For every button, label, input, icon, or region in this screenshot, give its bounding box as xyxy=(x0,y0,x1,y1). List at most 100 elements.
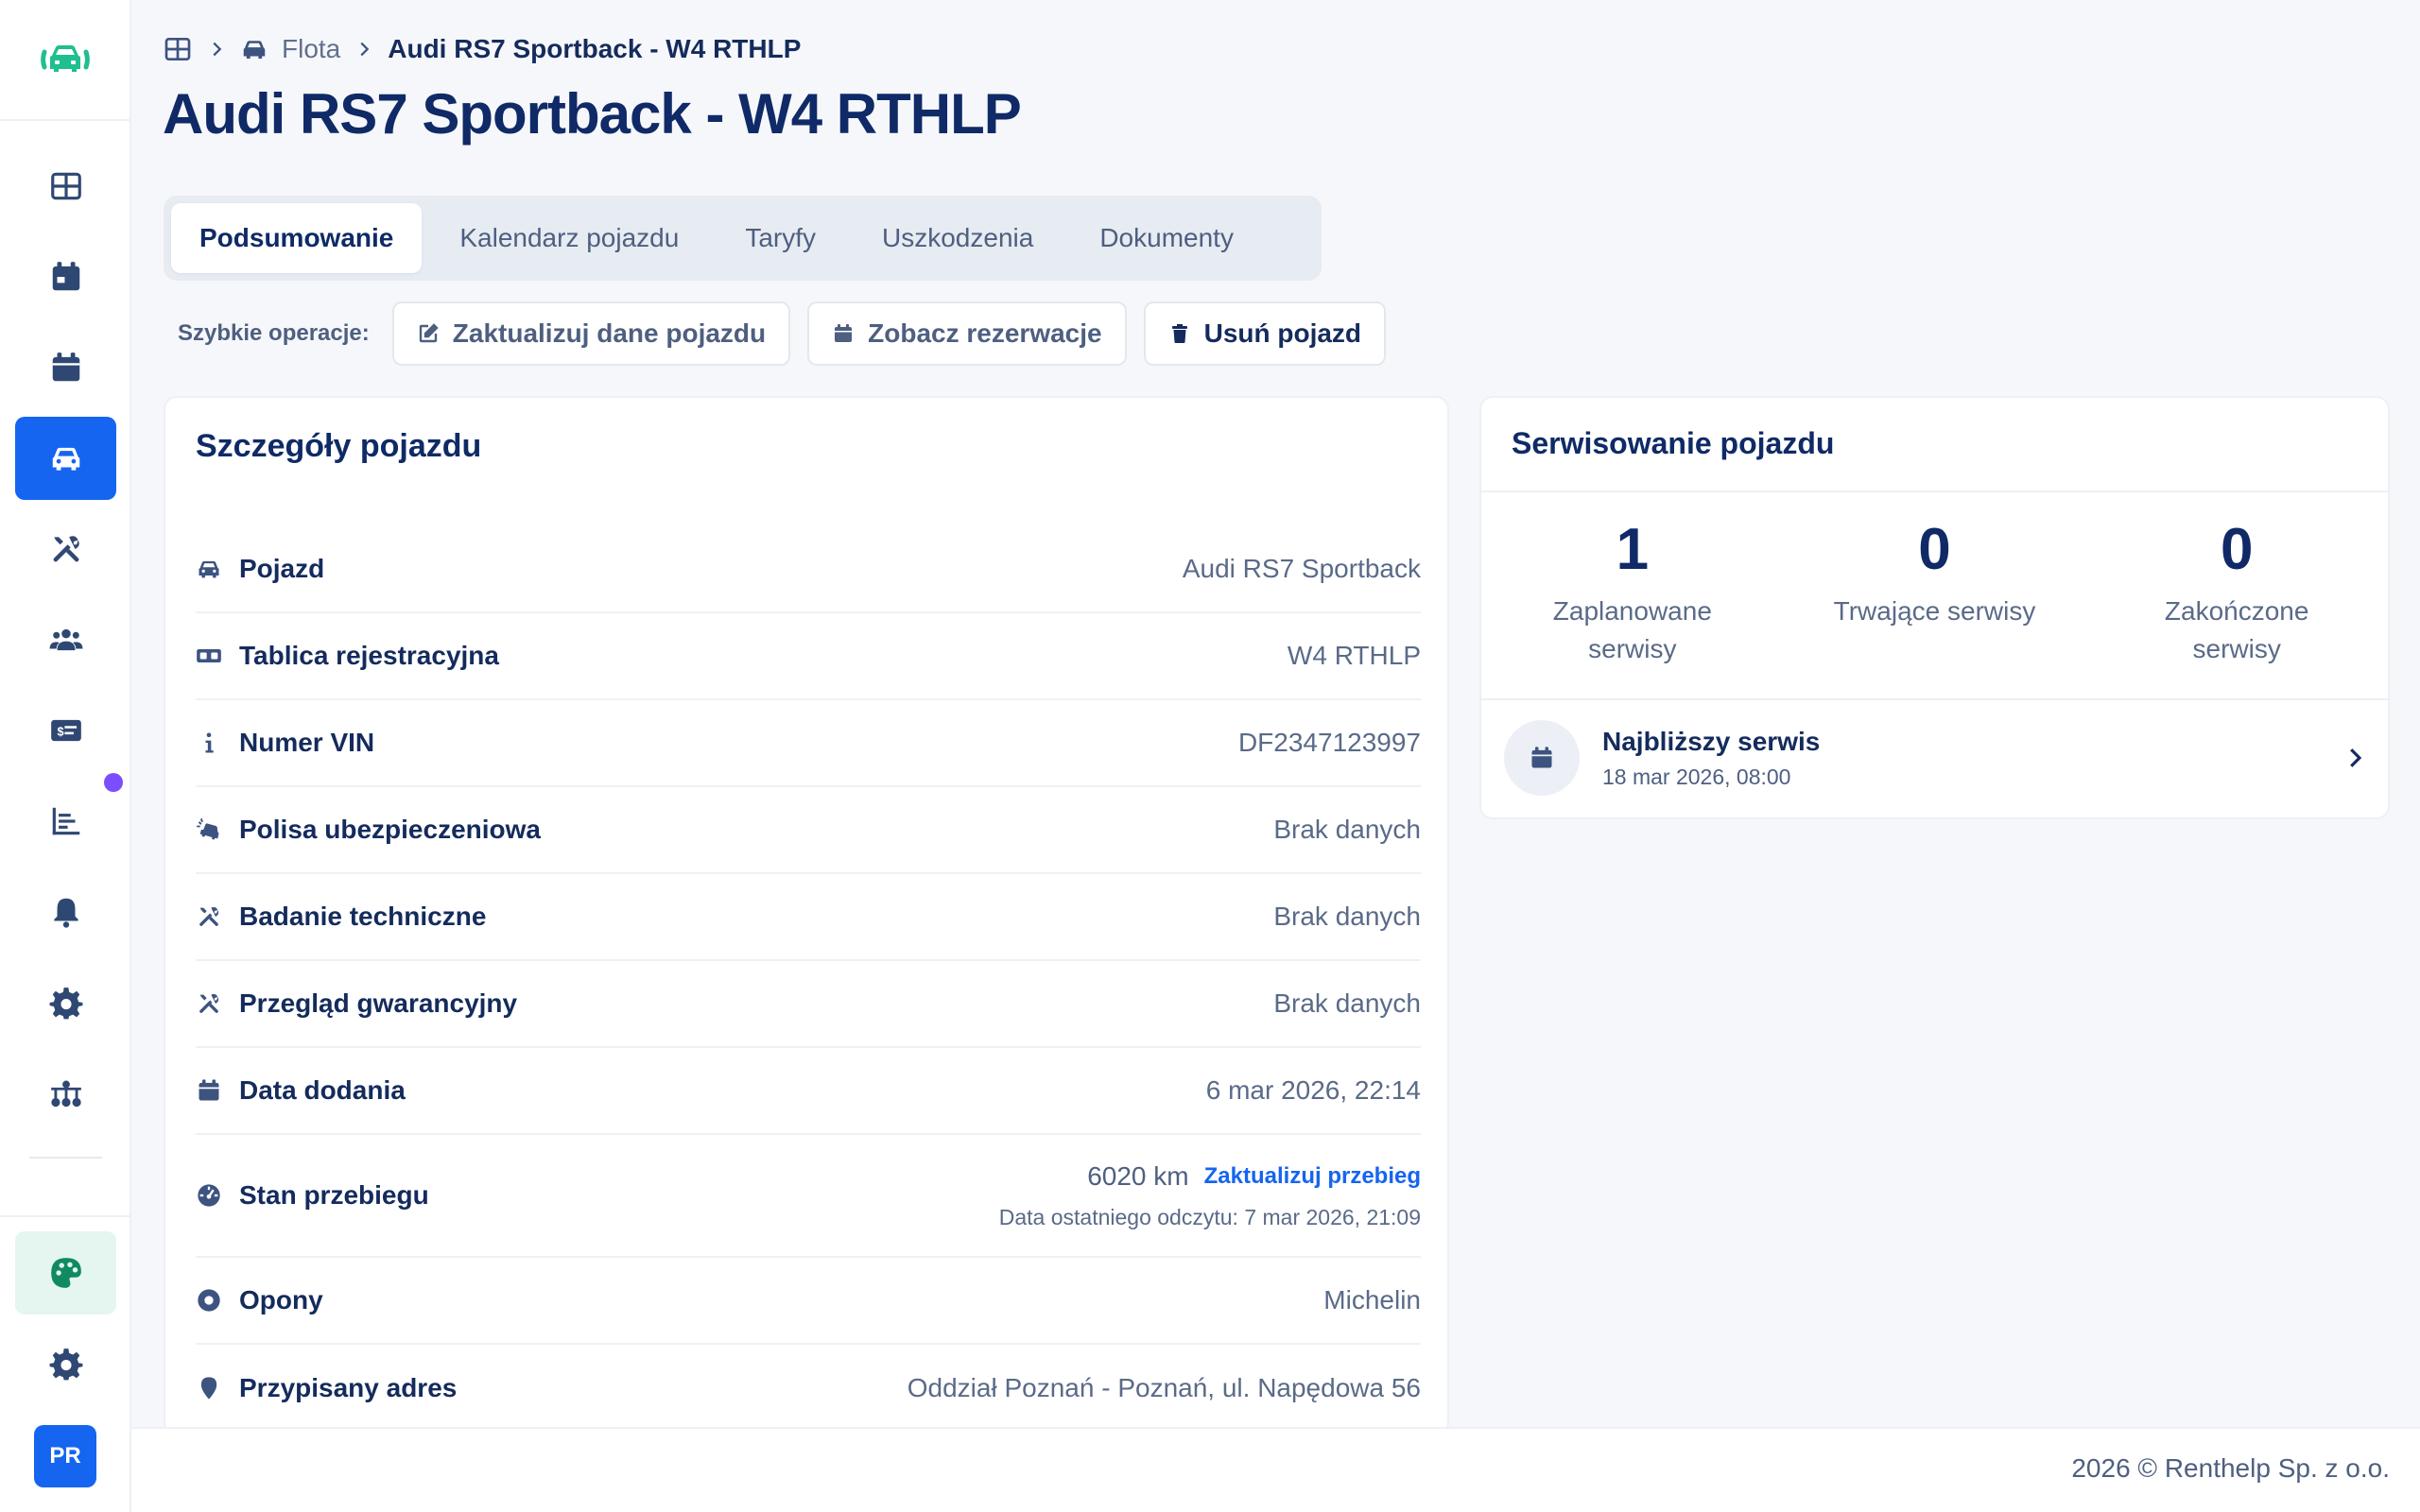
nav-system-settings[interactable] xyxy=(15,1322,116,1405)
service-stats: 1 Zaplanowane serwisy 0 Trwające serwisy… xyxy=(1481,521,2388,668)
nav-customers[interactable] xyxy=(15,598,116,681)
nav-reports[interactable] xyxy=(15,780,116,863)
detail-row-vin: Numer VIN DF2347123997 xyxy=(196,700,1421,787)
delete-vehicle-button[interactable]: Usuń pojazd xyxy=(1143,301,1387,366)
car-logo-icon xyxy=(40,45,90,72)
stat-label-line: serwisy xyxy=(2192,634,2281,663)
vehicle-details-title: Szczegóły pojazdu xyxy=(196,428,482,464)
detail-value: Brak danych xyxy=(1273,988,1421,1018)
tools-icon xyxy=(199,906,219,926)
detail-value: 6 mar 2026, 22:14 xyxy=(1205,1075,1421,1105)
tire-icon xyxy=(198,1289,220,1312)
stat-label: Zakończone serwisy xyxy=(2085,593,2388,668)
nav-billing[interactable]: $ xyxy=(15,689,116,772)
delete-vehicle-label: Usuń pojazd xyxy=(1203,318,1362,348)
calendar-check-icon xyxy=(52,262,79,291)
detail-row-date-added: Data dodania 6 mar 2026, 22:14 xyxy=(196,1048,1421,1135)
tab-damages[interactable]: Uszkodzenia xyxy=(854,203,1062,273)
nav-reservations[interactable] xyxy=(15,235,116,318)
calendar-icon xyxy=(199,1079,219,1101)
app-logo[interactable] xyxy=(0,0,130,121)
stat-label-line: serwisy xyxy=(1588,634,1677,663)
nav-settings[interactable] xyxy=(15,961,116,1044)
page-title: Audi RS7 Sportback - W4 RTHLP xyxy=(163,82,1022,146)
stat-planned: 1 Zaplanowane serwisy xyxy=(1481,521,1784,668)
nav-integrations[interactable] xyxy=(15,1052,116,1135)
stat-label-line: Zakończone xyxy=(2164,596,2309,626)
detail-label: Opony xyxy=(239,1285,323,1314)
tab-summary[interactable]: Podsumowanie xyxy=(171,203,423,273)
next-service-item[interactable]: Najbliższy serwis 18 mar 2026, 08:00 xyxy=(1504,719,2369,797)
map-pin-icon xyxy=(200,1377,217,1400)
sidebar-divider xyxy=(29,1157,102,1159)
stat-value: 0 xyxy=(1918,517,1951,582)
car-icon xyxy=(52,447,79,471)
info-icon xyxy=(205,732,214,753)
nav-dashboard[interactable] xyxy=(15,145,116,228)
calendar-icon xyxy=(52,352,79,382)
detail-label: Numer VIN xyxy=(239,728,375,757)
detail-row-tires: Opony Michelin xyxy=(196,1258,1421,1345)
trash-icon xyxy=(1171,324,1187,343)
quick-actions: Szybkie operacje: Zaktualizuj dane pojaz… xyxy=(178,301,1387,367)
sidebar-divider xyxy=(0,1215,130,1217)
calendar-icon xyxy=(835,324,853,342)
detail-row-insurance: Polisa ubezpieczeniowa Brak danych xyxy=(196,787,1421,874)
nav-service[interactable] xyxy=(15,507,116,591)
detail-label: Tablica rejestracyjna xyxy=(239,641,499,670)
svg-text:$: $ xyxy=(57,726,63,739)
stat-value: 1 xyxy=(1616,517,1650,582)
gauge-icon xyxy=(198,1184,220,1207)
detail-value: DF2347123997 xyxy=(1237,728,1421,757)
odometer-value: 6020 km xyxy=(1087,1160,1189,1191)
stat-completed: 0 Zakończone serwisy xyxy=(2085,521,2388,668)
detail-label: Badanie techniczne xyxy=(239,902,487,931)
detail-label: Polisa ubezpieczeniowa xyxy=(239,815,541,844)
next-service-title: Najbliższy serwis xyxy=(1602,726,1821,756)
nav-theme[interactable] xyxy=(15,1231,116,1314)
update-vehicle-button[interactable]: Zaktualizuj dane pojazdu xyxy=(391,301,791,366)
vehicle-details-card: Szczegóły pojazdu Pojazd Audi RS7 Sportb… xyxy=(164,396,1449,1435)
plate-icon xyxy=(197,649,221,662)
stat-value: 0 xyxy=(2220,517,2254,582)
billing-icon: $ xyxy=(50,719,81,742)
detail-value: Michelin xyxy=(1323,1285,1421,1314)
edit-icon xyxy=(419,323,439,343)
detail-value: Brak danych xyxy=(1273,902,1421,931)
quick-actions-label: Szybkie operacje: xyxy=(178,320,370,346)
update-vehicle-label: Zaktualizuj dane pojazdu xyxy=(452,318,767,348)
tab-rates[interactable]: Taryfy xyxy=(717,203,844,273)
sidebar: $ PR xyxy=(0,0,131,1512)
update-odometer-link[interactable]: Zaktualizuj przebieg xyxy=(1204,1163,1421,1190)
bell-icon xyxy=(53,898,78,928)
grid-icon[interactable] xyxy=(163,34,193,64)
car-icon xyxy=(199,560,219,578)
view-reservations-button[interactable]: Zobacz rezerwacje xyxy=(807,301,1127,366)
copyright-text: 2026 © Renthelp Sp. z o.o. xyxy=(2071,1453,2390,1483)
tab-vehicle-calendar[interactable]: Kalendarz pojazdu xyxy=(431,203,707,273)
avatar[interactable]: PR xyxy=(34,1425,96,1487)
breadcrumb-current: Audi RS7 Sportback - W4 RTHLP xyxy=(388,34,802,63)
odometer-last-read: Data ostatniego odczytu: 7 mar 2026, 21:… xyxy=(998,1204,1421,1229)
footer: 2026 © Renthelp Sp. z o.o. xyxy=(131,1427,2420,1512)
users-icon xyxy=(49,628,82,651)
nav-notifications[interactable] xyxy=(15,870,116,954)
view-reservations-label: Zobacz rezerwacje xyxy=(868,318,1102,348)
breadcrumb-fleet-link[interactable]: Flota xyxy=(282,34,340,64)
tools-icon xyxy=(53,536,79,562)
detail-value: Oddział Poznań - Poznań, ul. Napędowa 56 xyxy=(907,1373,1421,1402)
chart-icon xyxy=(52,807,79,835)
chevron-right-icon xyxy=(213,42,222,57)
divider xyxy=(1481,490,2388,492)
tab-documents[interactable]: Dokumenty xyxy=(1071,203,1262,273)
chevron-right-icon xyxy=(2350,748,2362,767)
breadcrumb: Flota Audi RS7 Sportback - W4 RTHLP xyxy=(163,32,801,66)
detail-row-address: Przypisany adres Oddział Poznań - Poznań… xyxy=(196,1345,1421,1432)
nav-calendar[interactable] xyxy=(15,326,116,409)
detail-label: Przegląd gwarancyjny xyxy=(239,988,518,1018)
car-crash-icon xyxy=(197,818,219,840)
detail-row-inspection: Badanie techniczne Brak danych xyxy=(196,874,1421,961)
stat-label: Trwające serwisy xyxy=(1784,593,2086,630)
nav-fleet[interactable] xyxy=(15,417,116,500)
detail-value: Brak danych xyxy=(1273,815,1421,844)
